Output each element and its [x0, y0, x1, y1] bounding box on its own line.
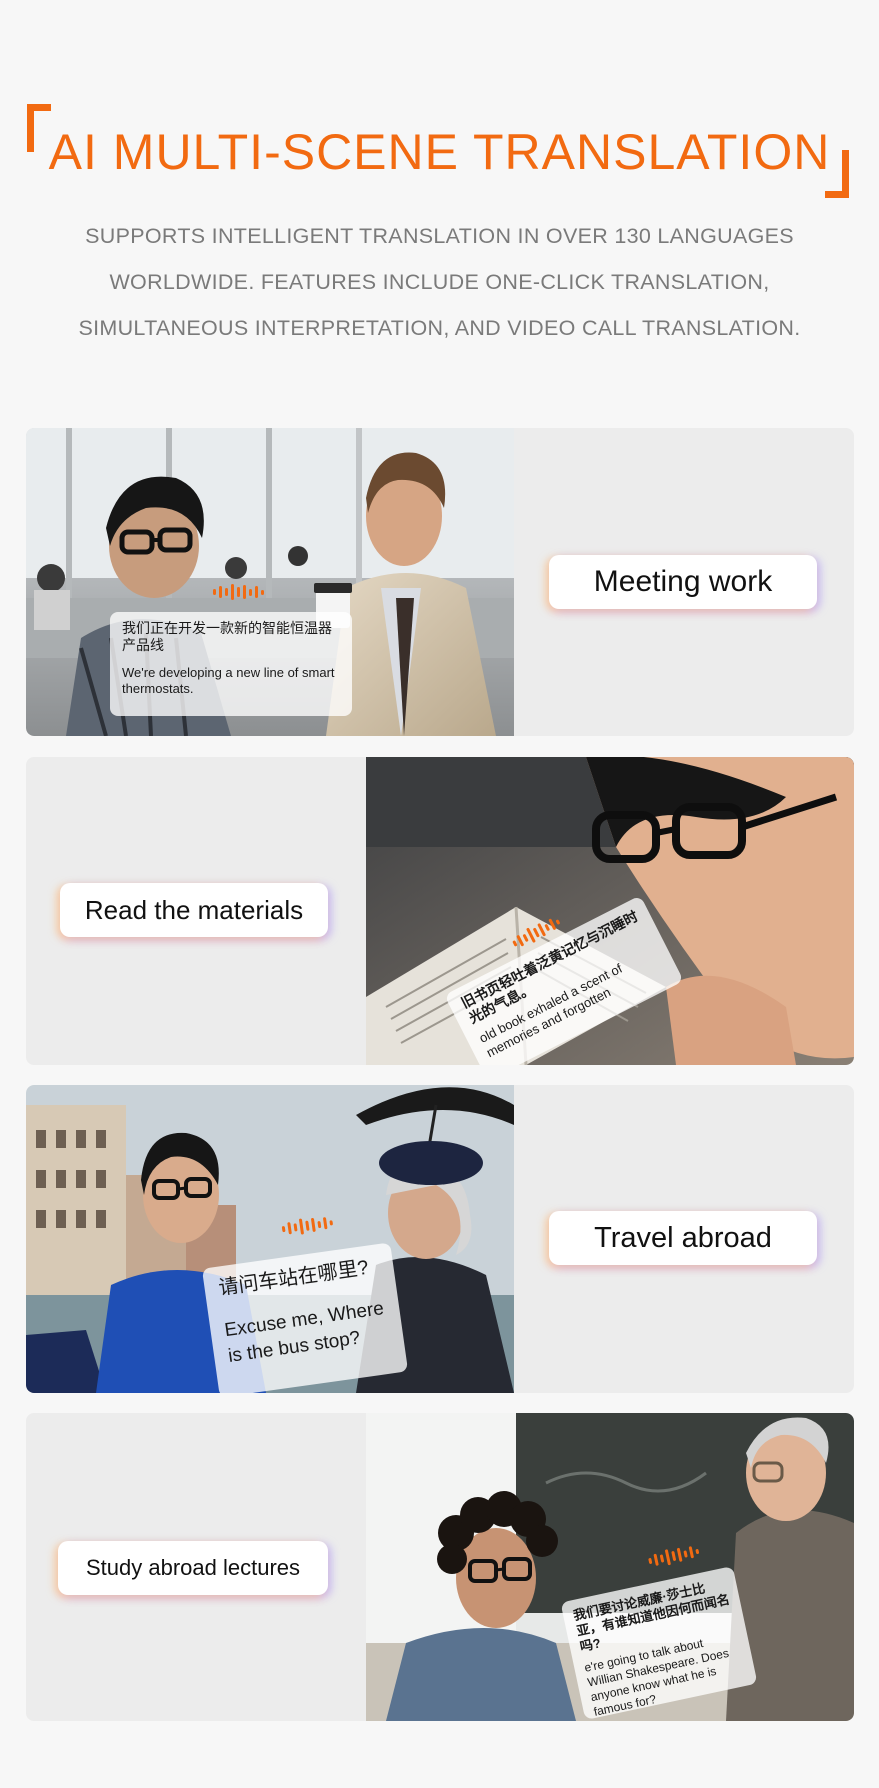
reading-photo: 旧书页轻吐着泛黄记忆与沉睡时光的气息。 old book exhaled a s… — [366, 757, 854, 1065]
translated-text: Excuse me, Where is the bus stop? — [223, 1298, 386, 1367]
travel-photo: 请问车站在哪里? Excuse me, Where is the bus sto… — [26, 1085, 514, 1393]
scene-card-travel: 请问车站在哪里? Excuse me, Where is the bus sto… — [26, 1085, 854, 1393]
scene-label-lectures: Study abroad lectures — [58, 1541, 328, 1595]
subtitle-line: SUPPORTS INTELLIGENT TRANSLATION IN OVER… — [85, 224, 794, 248]
meeting-photo: 我们正在开发一款新的智能恒温器产品线 We're developing a ne… — [26, 428, 514, 736]
scene-label-reading: Read the materials — [60, 883, 328, 937]
subtitle-line: SIMULTANEOUS INTERPRETATION, AND VIDEO C… — [78, 316, 801, 340]
lecture-photo: 我们要讨论威廉·莎士比亚，有谁知道他因何而闻名吗? e're going to … — [366, 1413, 854, 1721]
translation-overlay: 请问车站在哪里? Excuse me, Where is the bus sto… — [201, 1217, 409, 1393]
scene-card-meeting: 我们正在开发一款新的智能恒温器产品线 We're developing a ne… — [26, 428, 854, 736]
title-bracket-bottom-right — [825, 150, 849, 198]
scene-card-lectures: Study abroad lectures 我们要讨论威廉·莎士比亚，有谁知道他… — [26, 1413, 854, 1721]
hero-section: AI MULTI-SCENE TRANSLATION SUPPORTS INTE… — [0, 0, 879, 380]
subtitle-line: WORLDWIDE. FEATURES INCLUDE ONE-CLICK TR… — [109, 270, 770, 294]
translated-text: We're developing a new line of smart the… — [122, 665, 335, 696]
audio-wave-icon — [198, 584, 278, 600]
page-subtitle: SUPPORTS INTELLIGENT TRANSLATION IN OVER… — [15, 213, 864, 351]
scene-label-travel: Travel abroad — [549, 1211, 817, 1265]
scene-label-meeting: Meeting work — [549, 555, 817, 609]
source-text: 我们正在开发一款新的智能恒温器产品线 — [122, 620, 332, 653]
page-title: AI MULTI-SCENE TRANSLATION — [48, 124, 831, 180]
translation-overlay: 我们正在开发一款新的智能恒温器产品线 We're developing a ne… — [110, 584, 352, 716]
scene-card-reading: Read the materials 旧书页轻吐着泛黄记忆与沉睡时光的气息。 o… — [26, 757, 854, 1065]
